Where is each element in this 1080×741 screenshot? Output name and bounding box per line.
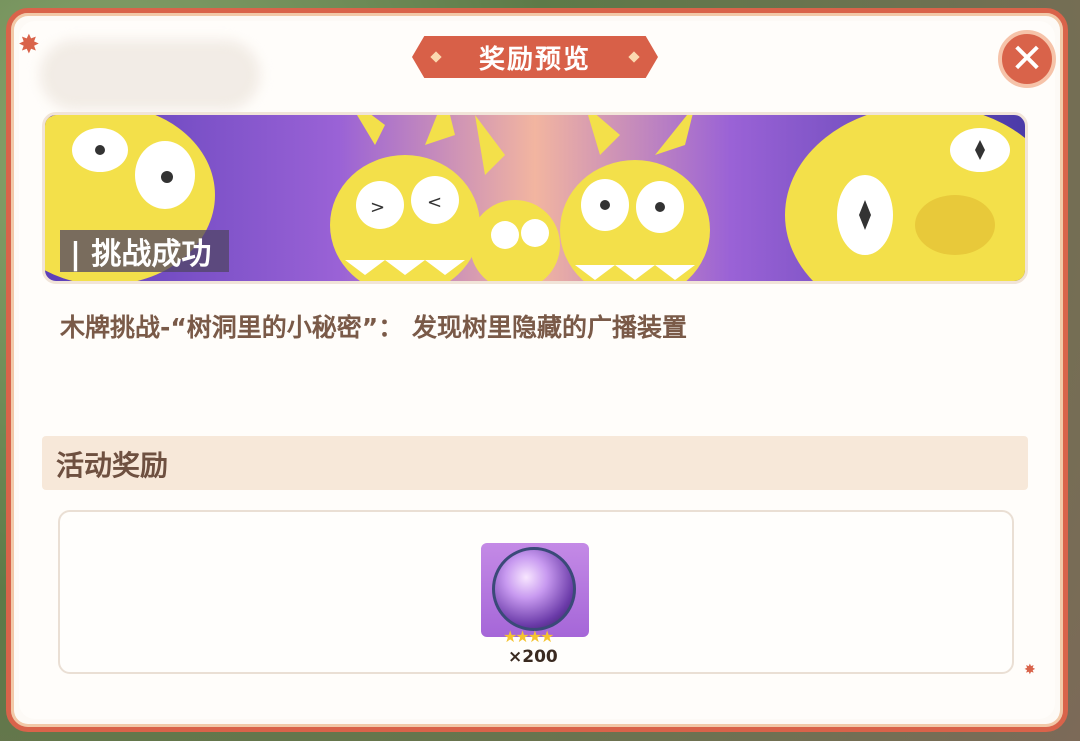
- rarity-stars: ★★★★: [503, 627, 554, 646]
- bunny-face-right: [785, 115, 1025, 281]
- reward-quantity: ×200: [508, 647, 558, 667]
- challenge-description: 木牌挑战-“树洞里的小秘密”： 发现树里隐藏的广播装置: [60, 313, 687, 342]
- purple-crystal-orb-icon: [492, 547, 576, 631]
- rewards-section-title: 活动奖励: [56, 449, 169, 482]
- svg-text:>: >: [370, 197, 385, 218]
- rewards-section-header: 活动奖励: [42, 436, 1028, 490]
- maple-leaf-icon: ✸: [18, 30, 40, 60]
- blurred-decoration: [40, 40, 260, 110]
- maple-leaf-icon: ✸: [1024, 662, 1036, 678]
- bunny-face-center-left: > <: [330, 115, 480, 281]
- bunny-face-small: [470, 115, 560, 281]
- bunny-face-center-right: [560, 115, 710, 281]
- challenge-success-tag: | 挑战成功: [60, 230, 230, 272]
- close-button[interactable]: ✕: [998, 30, 1056, 88]
- svg-text:<: <: [427, 192, 442, 213]
- close-icon: ✕: [1010, 36, 1044, 82]
- dialog-title: 奖励预览: [412, 36, 658, 78]
- reward-item[interactable]: ★★★★: [481, 543, 589, 646]
